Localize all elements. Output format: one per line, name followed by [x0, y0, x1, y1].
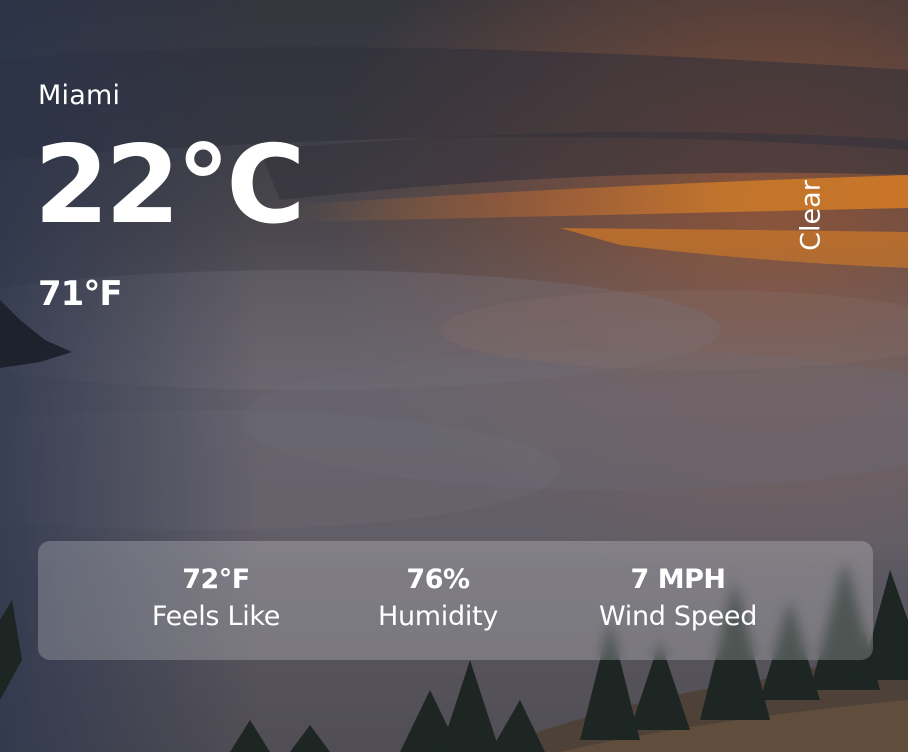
- weather-stats-panel: 72°F Feels Like 76% Humidity 7 MPH Wind …: [38, 541, 873, 660]
- temperature-celsius: 22°C: [34, 123, 306, 248]
- feels-like-value: 72°F: [182, 564, 250, 595]
- humidity-label: Humidity: [377, 601, 499, 632]
- weather-condition: Clear: [795, 180, 827, 251]
- wind-speed-label: Wind Speed: [598, 601, 758, 632]
- stat-humidity: 76% Humidity: [338, 563, 538, 637]
- temperature-fahrenheit: 71°F: [38, 274, 123, 314]
- feels-like-label: Feels Like: [151, 601, 281, 632]
- wind-speed-value: 7 MPH: [630, 564, 726, 595]
- humidity-value: 76%: [406, 564, 470, 595]
- stat-feels-like: 72°F Feels Like: [116, 563, 316, 637]
- stat-wind-speed: 7 MPH Wind Speed: [578, 563, 778, 637]
- city-name: Miami: [38, 80, 121, 111]
